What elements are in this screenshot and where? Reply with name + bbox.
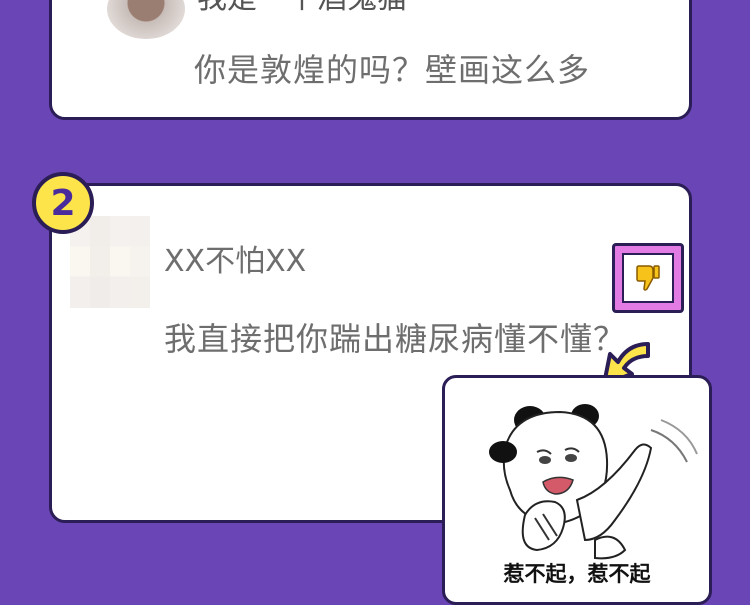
avatar[interactable]	[107, 0, 185, 39]
panda-meme	[489, 404, 698, 560]
meme-sticker: 惹不起，惹不起	[442, 375, 712, 605]
comment-text: 你是敦煌的吗？壁画这么多	[194, 51, 591, 89]
comment-text: 我直接把你踹出糖尿病懂不懂？	[164, 320, 627, 358]
thumbs-down-icon	[622, 253, 674, 303]
rank-badge: 2	[32, 172, 94, 234]
comment-card-1: 我是一个酒鬼猫 你是敦煌的吗？壁画这么多	[49, 0, 692, 120]
dislike-button[interactable]	[612, 243, 684, 313]
username[interactable]: XX不怕XX	[164, 236, 306, 280]
avatar[interactable]	[70, 216, 150, 308]
username[interactable]: 我是一个酒鬼猫	[197, 0, 407, 17]
meme-caption: 惹不起，惹不起	[503, 562, 651, 586]
